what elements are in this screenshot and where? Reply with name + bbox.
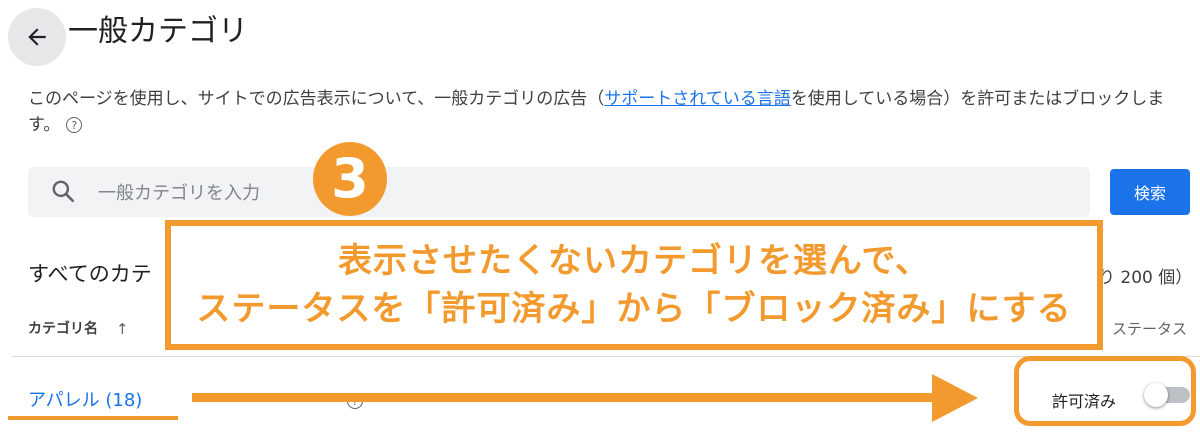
page-description: このページを使用し、サイトでの広告表示について、一般カテゴリの広告（サポートされ… bbox=[28, 86, 1188, 138]
instruction-callout: 表示させたくないカテゴリを選んで、 ステータスを「許可済み」から「ブロック済み」… bbox=[165, 220, 1103, 350]
help-circle-icon[interactable]: ? bbox=[66, 117, 83, 133]
arrow-left-icon bbox=[28, 28, 46, 46]
status-toggle-thumb[interactable] bbox=[1144, 383, 1168, 407]
annotation-arrow-shaft bbox=[192, 393, 942, 402]
category-count: り 200 個） bbox=[1098, 268, 1193, 288]
column-header-status: ステータス bbox=[1112, 320, 1188, 338]
column-header-category-name[interactable]: カテゴリ名 bbox=[28, 318, 98, 338]
annotation-underline bbox=[8, 416, 178, 420]
search-button[interactable]: 検索 bbox=[1110, 169, 1190, 215]
callout-line-1: 表示させたくないカテゴリを選んで、 bbox=[338, 241, 930, 281]
page-title: 一般カテゴリ bbox=[68, 14, 248, 49]
step-number-badge: 3 bbox=[313, 142, 387, 216]
status-label: 許可済み bbox=[1052, 392, 1117, 411]
supported-languages-link[interactable]: サポートされている言語 bbox=[604, 89, 791, 109]
section-title: すべてのカテ bbox=[28, 262, 152, 286]
category-link-apparel[interactable]: アパレル (18) bbox=[28, 386, 142, 412]
search-icon bbox=[52, 180, 75, 203]
annotation-arrow-head bbox=[932, 374, 978, 422]
back-button[interactable] bbox=[8, 8, 66, 66]
description-text: このページを使用し、サイトでの広告表示について、一般カテゴリの広告（ bbox=[28, 89, 605, 109]
search-input[interactable] bbox=[96, 172, 700, 214]
sort-ascending-icon[interactable]: ↑ bbox=[116, 320, 129, 338]
callout-line-2: ステータスを「許可済み」から「ブロック済み」にする bbox=[196, 289, 1072, 329]
